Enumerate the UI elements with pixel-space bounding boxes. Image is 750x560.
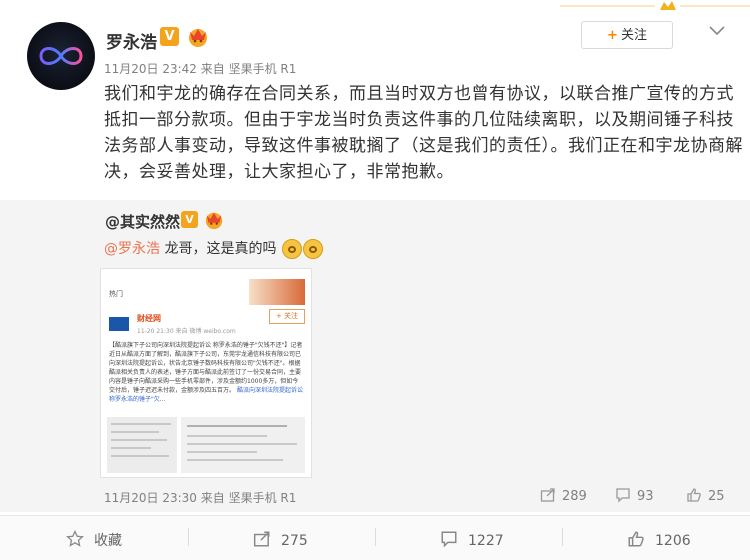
thumb-section: 热门 <box>109 290 123 298</box>
like-button[interactable]: 1206 <box>627 530 691 549</box>
repost-author[interactable]: @其实然然 <box>105 211 180 232</box>
divider <box>562 528 563 546</box>
thumb-body: 【酷派旗下子公司向深圳法院提起诉讼 称罗永浩的锤子"欠钱不还"】记者近日从酷派方… <box>109 341 303 404</box>
post-text: 我们和宇龙的确存在合同关系，而且当时双方也曾有协议，以联合推广宣传的方式抵扣一部… <box>104 84 743 182</box>
repost-message: 龙哥，这是真的吗 <box>160 241 277 257</box>
plus-icon: + <box>607 28 618 43</box>
thumb-source-meta: 11-20 21:30 来自 微博 weibo.com <box>137 328 236 335</box>
share-icon <box>540 488 555 502</box>
repost-image[interactable]: 热门 财经网 11-20 21:30 来自 微博 weibo.com + 关注 … <box>100 268 312 478</box>
comment-button[interactable]: 1227 <box>440 530 504 549</box>
thumb-screenshot-right <box>181 417 305 473</box>
post-meta: 11月20日 23:42 来自 坚果手机 R1 <box>104 60 296 77</box>
avatar[interactable] <box>27 22 95 90</box>
thumb-line <box>187 451 257 453</box>
forward-count: 275 <box>281 533 308 549</box>
like-count: 1206 <box>655 533 691 549</box>
share-icon <box>253 531 270 547</box>
thumb-screenshot-left <box>107 417 177 473</box>
thumb-line <box>111 431 159 433</box>
repost-forward-stat[interactable]: 289 <box>540 487 587 504</box>
repost-like-count: 25 <box>708 489 725 504</box>
author-name[interactable]: 罗永浩 <box>106 28 157 53</box>
divider <box>188 528 189 546</box>
thumb-line <box>187 425 287 427</box>
follow-button[interactable]: + 关注 <box>581 21 673 49</box>
infinity-logo-icon <box>39 47 83 65</box>
repost-member-crown-icon <box>205 212 223 230</box>
thumb-source-name: 财经网 <box>137 314 161 323</box>
repost-comment-count: 93 <box>637 489 654 504</box>
thumb-line <box>187 435 267 437</box>
thumb-line <box>111 447 151 449</box>
repost-text: @罗永浩 龙哥，这是真的吗 <box>104 238 323 259</box>
repost-comment-stat[interactable]: 93 <box>615 487 654 504</box>
divider <box>375 528 376 546</box>
header-decoration <box>560 1 750 10</box>
mention-link[interactable]: @罗永浩 <box>104 241 160 257</box>
repost-like-stat[interactable]: 25 <box>686 487 725 504</box>
repost-meta: 11月20日 23:30 来自 坚果手机 R1 <box>104 489 296 506</box>
thumb-logo <box>109 317 129 331</box>
repost-timestamp[interactable]: 11月20日 23:30 <box>104 491 197 505</box>
repost-verified-icon: V <box>181 211 198 228</box>
post-timestamp[interactable]: 11月20日 23:42 <box>104 62 197 76</box>
thumb-line <box>187 459 283 461</box>
member-crown-icon <box>189 29 207 47</box>
star-icon <box>66 529 84 547</box>
emoji-icon <box>281 239 302 259</box>
thumb-line <box>111 439 167 441</box>
collect-label: 收藏 <box>94 533 122 549</box>
follow-label: 关注 <box>620 28 647 43</box>
thumb-banner <box>249 279 305 305</box>
repost-source: 来自 坚果手机 R1 <box>200 491 297 505</box>
thumb-line <box>111 423 171 425</box>
thumb-line <box>111 455 169 457</box>
chevron-down-icon[interactable] <box>705 22 729 40</box>
post-source: 来自 坚果手机 R1 <box>200 62 297 76</box>
repost-forward-count: 289 <box>562 489 587 504</box>
comment-icon <box>616 488 630 503</box>
thumbs-up-icon <box>628 531 644 547</box>
verified-icon: V <box>160 27 179 46</box>
thumbs-up-icon <box>687 488 701 502</box>
forward-button[interactable]: 275 <box>253 530 308 549</box>
thumb-follow: + 关注 <box>269 309 305 324</box>
comment-count: 1227 <box>468 533 504 549</box>
emoji-icon <box>302 239 323 259</box>
comment-icon <box>441 531 457 548</box>
thumb-line <box>187 443 297 445</box>
collect-button[interactable]: 收藏 <box>66 529 122 550</box>
